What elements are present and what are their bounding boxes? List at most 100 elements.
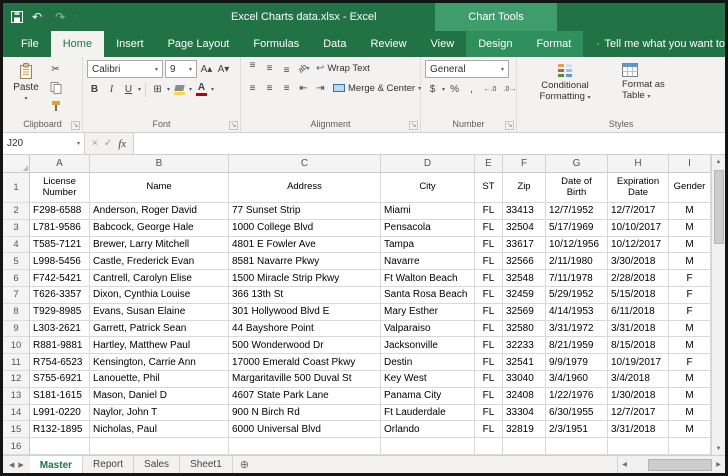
column-header-C[interactable]: C xyxy=(229,155,381,173)
cell[interactable] xyxy=(30,438,90,455)
cell[interactable]: M xyxy=(669,388,711,405)
align-left-button[interactable]: ≡ xyxy=(245,81,260,96)
cell[interactable]: 2/11/1980 xyxy=(546,253,608,270)
cell[interactable]: Cantrell, Carolyn Elise xyxy=(90,270,229,287)
format-as-table-button[interactable]: Format asTable ▾ xyxy=(612,60,674,117)
cell[interactable]: L303-2621 xyxy=(30,321,90,338)
scroll-right-icon[interactable]: ▶ xyxy=(712,461,725,468)
format-painter-button[interactable] xyxy=(48,98,63,113)
copy-button[interactable] xyxy=(48,80,63,95)
cell[interactable]: FL xyxy=(475,337,503,354)
cell[interactable]: FL xyxy=(475,270,503,287)
row-header-4[interactable]: 4 xyxy=(3,237,30,254)
cell[interactable]: 3/31/2018 xyxy=(608,321,669,338)
paste-button[interactable]: Paste ▾ xyxy=(7,60,45,117)
cell[interactable]: City xyxy=(381,173,475,203)
cell[interactable]: R881-9881 xyxy=(30,337,90,354)
sheet-tab-sheet1[interactable]: Sheet1 xyxy=(180,456,233,473)
cell[interactable]: 3/30/2018 xyxy=(608,253,669,270)
cell[interactable]: Key West xyxy=(381,371,475,388)
underline-button[interactable]: U xyxy=(121,82,136,97)
cell[interactable]: Ft Walton Beach xyxy=(381,270,475,287)
tell-me-box[interactable]: Tell me what you want to xyxy=(597,31,725,57)
cell[interactable]: 32580 xyxy=(503,321,546,338)
tab-data[interactable]: Data xyxy=(311,31,358,57)
font-color-dropdown-icon[interactable]: ▾ xyxy=(211,86,214,93)
cell[interactable]: Hartley, Matthew Paul xyxy=(90,337,229,354)
cell[interactable]: 8/21/1959 xyxy=(546,337,608,354)
sheet-tab-master[interactable]: Master xyxy=(30,456,83,473)
cell[interactable]: 3/31/1972 xyxy=(546,321,608,338)
cell[interactable]: Pensacola xyxy=(381,220,475,237)
column-header-B[interactable]: B xyxy=(90,155,229,173)
cell[interactable]: 1/22/1976 xyxy=(546,388,608,405)
orientation-button[interactable]: ab▾ xyxy=(296,61,311,76)
row-header-7[interactable]: 7 xyxy=(3,287,30,304)
tab-home[interactable]: Home xyxy=(51,31,104,57)
cell[interactable]: 32819 xyxy=(503,421,546,438)
cell[interactable]: 77 Sunset Strip xyxy=(229,203,381,220)
cell[interactable]: Gender xyxy=(669,173,711,203)
cell[interactable]: M xyxy=(669,337,711,354)
cell[interactable]: Address xyxy=(229,173,381,203)
cell[interactable]: 5/15/2018 xyxy=(608,287,669,304)
cell[interactable]: 44 Bayshore Point xyxy=(229,321,381,338)
cell[interactable] xyxy=(229,438,381,455)
cell[interactable]: 6000 Universal Blvd xyxy=(229,421,381,438)
tab-design[interactable]: Design xyxy=(466,31,524,57)
cell[interactable] xyxy=(381,438,475,455)
cell[interactable]: T626-3357 xyxy=(30,287,90,304)
cell[interactable]: 10/10/2017 xyxy=(608,220,669,237)
row-header-11[interactable]: 11 xyxy=(3,354,30,371)
decrease-indent-button[interactable]: ⇤ xyxy=(296,81,311,96)
cell[interactable]: T585-7121 xyxy=(30,237,90,254)
merge-center-button[interactable]: Merge & Center▾ xyxy=(330,80,424,96)
font-size-select[interactable]: 9▾ xyxy=(165,60,197,78)
conditional-formatting-button[interactable]: ConditionalFormatting ▾ xyxy=(521,60,609,117)
cell[interactable]: Navarre xyxy=(381,253,475,270)
previous-sheet-icon[interactable]: ◀ xyxy=(9,461,14,469)
cell[interactable]: Nicholas, Paul xyxy=(90,421,229,438)
cell[interactable]: 32569 xyxy=(503,304,546,321)
cell[interactable]: 1500 Miracle Strip Pkwy xyxy=(229,270,381,287)
cell[interactable]: 32548 xyxy=(503,270,546,287)
cell[interactable]: Name xyxy=(90,173,229,203)
insert-function-button[interactable]: fx xyxy=(118,138,126,150)
new-sheet-button[interactable]: ⊕ xyxy=(233,456,256,473)
cell[interactable]: S181-1615 xyxy=(30,388,90,405)
accounting-dropdown-icon[interactable]: ▾ xyxy=(442,86,445,93)
cell[interactable]: M xyxy=(669,253,711,270)
cell[interactable]: Castle, Frederick Evan xyxy=(90,253,229,270)
cell[interactable]: Margaritaville 500 Duval St xyxy=(229,371,381,388)
increase-decimal-button[interactable]: ←.0 xyxy=(481,82,499,97)
align-middle-button[interactable]: ≡ xyxy=(262,61,277,76)
borders-button[interactable]: ⊞ xyxy=(150,82,165,97)
cell[interactable]: Ft Lauderdale xyxy=(381,405,475,422)
cell[interactable] xyxy=(546,438,608,455)
cell[interactable]: FL xyxy=(475,203,503,220)
cell[interactable]: 5/17/1969 xyxy=(546,220,608,237)
row-header-3[interactable]: 3 xyxy=(3,220,30,237)
cell[interactable]: T929-8985 xyxy=(30,304,90,321)
cell[interactable]: Panama City xyxy=(381,388,475,405)
row-header-14[interactable]: 14 xyxy=(3,405,30,422)
cell[interactable]: 32233 xyxy=(503,337,546,354)
column-header-F[interactable]: F xyxy=(503,155,546,173)
alignment-dialog-launcher[interactable]: ↘ xyxy=(409,121,418,130)
sheet-tab-sales[interactable]: Sales xyxy=(134,456,180,473)
cell[interactable]: L998-5456 xyxy=(30,253,90,270)
undo-button[interactable]: ↶▾ xyxy=(32,11,46,23)
cell[interactable]: FL xyxy=(475,287,503,304)
cell[interactable]: 2/28/2018 xyxy=(608,270,669,287)
align-bottom-button[interactable]: ≡ xyxy=(279,61,294,76)
column-header-G[interactable]: G xyxy=(546,155,608,173)
cell[interactable] xyxy=(669,438,711,455)
cell[interactable]: 32408 xyxy=(503,388,546,405)
font-dialog-launcher[interactable]: ↘ xyxy=(229,121,238,130)
borders-dropdown-icon[interactable]: ▾ xyxy=(167,86,170,93)
cell[interactable]: Orlando xyxy=(381,421,475,438)
italic-button[interactable]: I xyxy=(104,82,119,97)
align-top-button[interactable]: ≡ xyxy=(245,61,260,76)
cell[interactable]: 12/7/1952 xyxy=(546,203,608,220)
row-header-16[interactable]: 16 xyxy=(3,438,30,455)
